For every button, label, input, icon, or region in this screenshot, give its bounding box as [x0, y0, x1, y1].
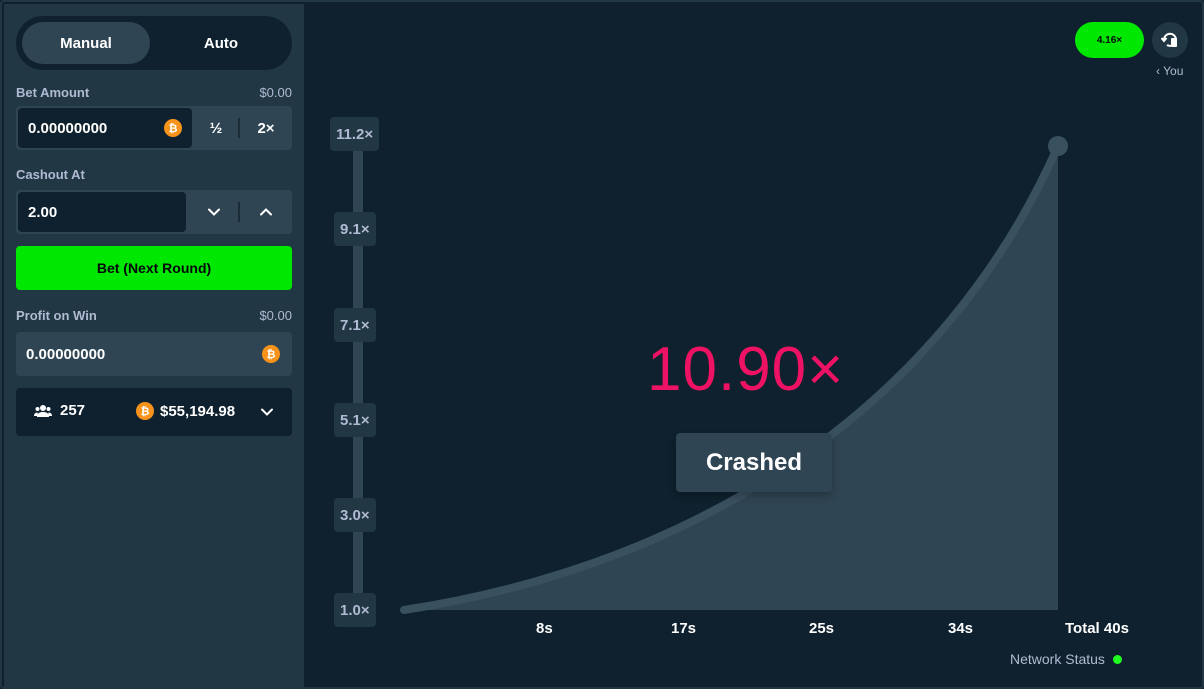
x-tick: 25s — [809, 620, 835, 637]
player-count-value: 257 — [60, 402, 86, 419]
half-bet-button[interactable]: ½ — [194, 108, 238, 148]
x-tick: 34s — [948, 620, 974, 637]
chevron-down-icon — [261, 408, 273, 416]
status-dot-icon — [1112, 654, 1122, 664]
manual-tab[interactable]: Manual — [22, 22, 150, 64]
player-count: 257 — [34, 402, 85, 419]
total-wagered: ₿ $55,194.98 — [136, 402, 235, 420]
mode-toggle: Manual Auto — [16, 16, 292, 70]
users-icon — [34, 404, 52, 417]
chevron-down-icon — [208, 208, 220, 216]
app-frame: Manual Auto Bet Amount $0.00 0.00000000 … — [0, 0, 1204, 689]
bitcoin-icon: ₿ — [164, 119, 182, 137]
crash-multiplier: 10.90× — [647, 335, 845, 404]
cashout-input[interactable]: 2.00 — [18, 192, 186, 232]
bet-amount-group: 0.00000000 ₿ ½ 2× — [16, 106, 292, 150]
y-tick: 9.1× — [334, 212, 376, 246]
bitcoin-icon: ₿ — [262, 345, 280, 363]
bet-amount-usd: $0.00 — [259, 85, 292, 100]
cashout-group: 2.00 — [16, 190, 292, 234]
y-tick: 11.2× — [330, 117, 380, 151]
x-tick: 17s — [671, 620, 697, 637]
x-tick: Total 40s — [1065, 620, 1129, 637]
divider — [238, 202, 240, 222]
y-tick: 1.0× — [334, 593, 376, 627]
y-tick: 3.0× — [334, 498, 376, 532]
crash-game-area: 4.16× ‹ You 11.2× 9.1× 7.1× 5.1× 3.0× 1.… — [304, 4, 1204, 687]
double-bet-button[interactable]: 2× — [242, 108, 290, 148]
bet-sidebar: Manual Auto Bet Amount $0.00 0.00000000 … — [4, 4, 304, 687]
network-status: Network Status — [1010, 651, 1122, 667]
cashout-value: 2.00 — [28, 203, 58, 221]
total-wagered-value: $55,194.98 — [160, 402, 236, 420]
y-tick: 7.1× — [334, 308, 376, 342]
bet-button[interactable]: Bet (Next Round) — [16, 246, 292, 290]
curve-endpoint — [1048, 136, 1068, 156]
divider — [238, 118, 240, 138]
profit-label-row: Profit on Win $0.00 — [16, 308, 292, 323]
profit-value: 0.00000000 — [26, 345, 106, 363]
bet-amount-label: Bet Amount — [16, 85, 90, 100]
x-tick: 8s — [536, 620, 553, 637]
cashout-label: Cashout At — [16, 167, 85, 182]
bitcoin-icon: ₿ — [136, 402, 154, 420]
cashout-decrease-button[interactable] — [190, 192, 238, 232]
y-tick: 5.1× — [334, 403, 376, 437]
bet-amount-input[interactable]: 0.00000000 ₿ — [18, 108, 192, 148]
expand-players[interactable] — [260, 405, 274, 419]
profit-usd: $0.00 — [259, 308, 292, 323]
network-status-label: Network Status — [1010, 651, 1105, 667]
crashed-badge: Crashed — [676, 433, 832, 492]
profit-field: 0.00000000 ₿ — [16, 332, 292, 376]
profit-label: Profit on Win — [16, 308, 97, 323]
players-summary[interactable]: 257 ₿ $55,194.98 — [16, 388, 292, 436]
bet-amount-value: 0.00000000 — [28, 119, 108, 137]
cashout-label-row: Cashout At — [16, 167, 292, 182]
auto-tab[interactable]: Auto — [156, 22, 286, 64]
bet-amount-label-row: Bet Amount $0.00 — [16, 85, 292, 100]
cashout-increase-button[interactable] — [242, 192, 290, 232]
chevron-up-icon — [260, 208, 272, 216]
